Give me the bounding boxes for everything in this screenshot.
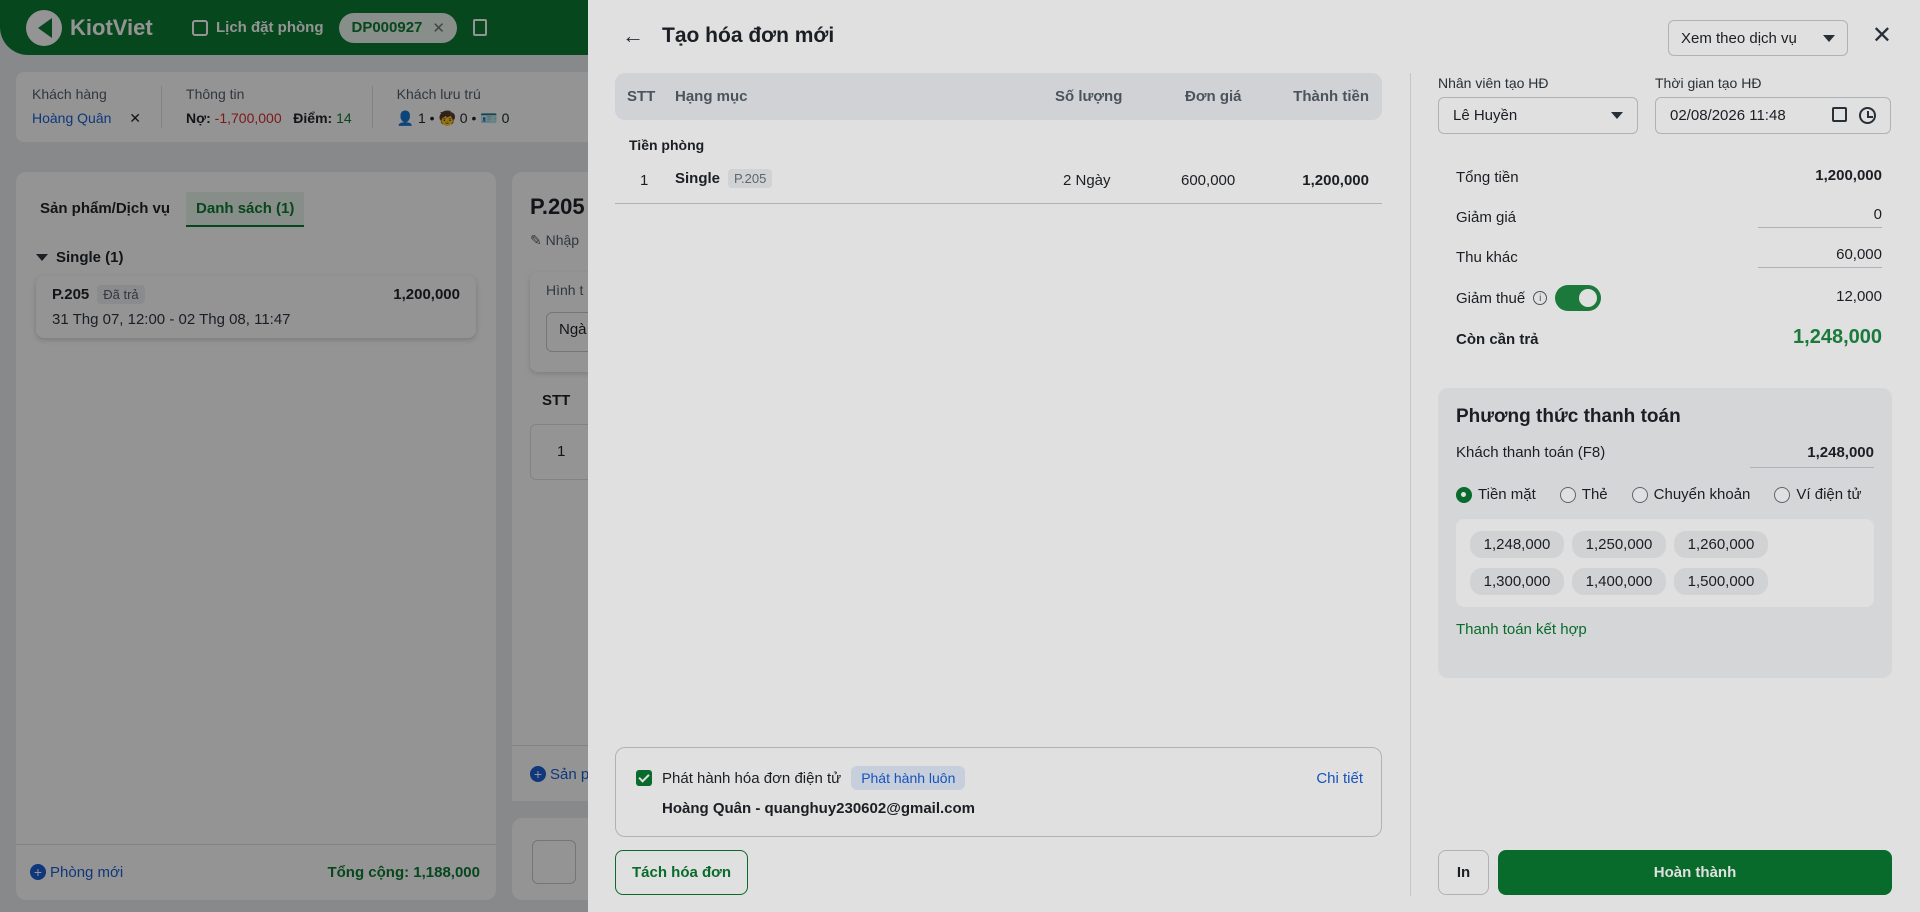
payment-methods-panel: Phương thức thanh toán Khách thanh toán … bbox=[1438, 388, 1892, 678]
row-price: 600,000 bbox=[1181, 172, 1236, 189]
einvoice-checkbox[interactable] bbox=[636, 770, 652, 786]
einvoice-box: Phát hành hóa đơn điện tử Phát hành luôn… bbox=[615, 747, 1382, 837]
staff-value: Lê Huyền bbox=[1453, 107, 1518, 124]
radio-icon bbox=[1559, 486, 1576, 503]
einvoice-row: Phát hành hóa đơn điện tử Phát hành luôn bbox=[636, 766, 1361, 790]
einvoice-customer: Hoàng Quân - quanghuy230602@gmail.com bbox=[662, 800, 976, 817]
summary-tax-label: Giảm thuế bbox=[1456, 289, 1526, 307]
summary-due-value: 1,248,000 bbox=[1793, 325, 1882, 348]
summary-tax-row: Giảm thuế i 12,000 bbox=[1440, 278, 1890, 318]
time-value: 02/08/2026 11:48 bbox=[1670, 107, 1786, 124]
summary-discount-label: Giảm giá bbox=[1456, 208, 1517, 226]
summary-other-row[interactable]: Thu khác 60,000 bbox=[1440, 237, 1890, 277]
info-icon[interactable]: i bbox=[1533, 291, 1548, 305]
table-row[interactable]: 1 Single P.205 2 Ngày 600,000 1,200,000 bbox=[615, 162, 1382, 204]
column-divider bbox=[1410, 73, 1411, 896]
summary-other-value[interactable]: 60,000 bbox=[1758, 246, 1882, 268]
summary-due-label: Còn cần trả bbox=[1456, 330, 1539, 348]
customer-pay-label: Khách thanh toán (F8) bbox=[1456, 444, 1606, 461]
radio-selected-icon bbox=[1456, 486, 1472, 503]
col-item: Hạng mục bbox=[675, 88, 748, 105]
modal-title: Tạo hóa đơn mới bbox=[662, 24, 835, 47]
row-item-name: Single bbox=[675, 170, 721, 187]
payment-title: Phương thức thanh toán bbox=[1456, 406, 1681, 427]
einvoice-label: Phát hành hóa đơn điện tử bbox=[662, 769, 842, 787]
summary-tax-group: Giảm thuế i bbox=[1456, 285, 1602, 311]
method-cash[interactable]: Tiền mặt bbox=[1456, 486, 1536, 503]
calendar-icon[interactable] bbox=[1832, 107, 1847, 122]
quick-amount-button[interactable]: 1,500,000 bbox=[1674, 568, 1768, 595]
method-card-label: Thẻ bbox=[1581, 486, 1608, 503]
summary-total-value: 1,200,000 bbox=[1815, 166, 1882, 184]
summary-total-row: Tổng tiền 1,200,000 bbox=[1440, 157, 1890, 197]
split-invoice-button[interactable]: Tách hóa đơn bbox=[615, 850, 748, 895]
method-transfer[interactable]: Chuyển khoản bbox=[1631, 486, 1751, 503]
quick-amount-button[interactable]: 1,300,000 bbox=[1470, 568, 1564, 595]
radio-icon bbox=[1774, 486, 1791, 503]
method-ewallet[interactable]: Ví điện tử bbox=[1774, 486, 1861, 503]
invoice-summary: Tổng tiền 1,200,000 Giảm giá 0 Thu khác … bbox=[1440, 145, 1890, 367]
summary-discount-value[interactable]: 0 bbox=[1758, 206, 1882, 228]
time-input[interactable]: 02/08/2026 11:48 bbox=[1655, 97, 1891, 134]
radio-icon bbox=[1631, 486, 1648, 503]
col-qty: Số lượng bbox=[1055, 88, 1123, 105]
summary-other-label: Thu khác bbox=[1456, 248, 1518, 266]
print-button[interactable]: In bbox=[1438, 850, 1489, 895]
customer-pay-row: Khách thanh toán (F8) 1,248,000 bbox=[1456, 444, 1874, 468]
row-total: 1,200,000 bbox=[1302, 172, 1369, 189]
col-stt: STT bbox=[627, 88, 656, 105]
method-card[interactable]: Thẻ bbox=[1559, 486, 1608, 503]
tax-toggle[interactable] bbox=[1555, 285, 1602, 311]
view-mode-value: Xem theo dịch vụ bbox=[1681, 29, 1797, 47]
quick-amount-button[interactable]: 1,400,000 bbox=[1572, 568, 1666, 595]
invoice-table-header: STT Hạng mục Số lượng Đơn giá Thành tiền bbox=[615, 73, 1382, 120]
create-invoice-modal: ← Tạo hóa đơn mới Xem theo dịch vụ ✕ STT… bbox=[588, 0, 1920, 912]
method-transfer-label: Chuyển khoản bbox=[1653, 486, 1751, 503]
method-cash-label: Tiền mặt bbox=[1478, 486, 1536, 503]
quick-amount-button[interactable]: 1,250,000 bbox=[1572, 531, 1666, 558]
row-stt: 1 bbox=[640, 172, 649, 189]
summary-total-label: Tổng tiền bbox=[1456, 168, 1519, 186]
summary-due-row: Còn cần trả 1,248,000 bbox=[1440, 319, 1890, 359]
quick-amount-button[interactable]: 1,260,000 bbox=[1674, 531, 1768, 558]
clock-icon[interactable] bbox=[1859, 107, 1876, 124]
quick-amount-button[interactable]: 1,248,000 bbox=[1470, 531, 1564, 558]
einvoice-issue-badge[interactable]: Phát hành luôn bbox=[851, 766, 966, 790]
payment-method-options: Tiền mặt Thẻ Chuyển khoản Ví điện tử bbox=[1456, 486, 1874, 503]
complete-button[interactable]: Hoàn thành bbox=[1498, 850, 1892, 895]
close-icon[interactable]: ✕ bbox=[1872, 22, 1892, 50]
back-arrow-icon[interactable]: ← bbox=[622, 23, 644, 49]
room-charge-section: Tiền phòng bbox=[629, 137, 705, 153]
row-room-tag: P.205 bbox=[728, 169, 773, 188]
summary-discount-row[interactable]: Giảm giá 0 bbox=[1440, 197, 1890, 237]
einvoice-detail-link[interactable]: Chi tiết bbox=[1316, 770, 1363, 787]
customer-pay-input[interactable]: 1,248,000 bbox=[1750, 444, 1874, 468]
chevron-down-icon bbox=[1823, 34, 1835, 42]
time-label: Thời gian tạo HĐ bbox=[1655, 75, 1762, 91]
time-icons bbox=[1832, 107, 1876, 124]
summary-tax-value: 12,000 bbox=[1836, 287, 1882, 305]
row-item: Single P.205 bbox=[675, 169, 773, 188]
method-ewallet-label: Ví điện tử bbox=[1796, 486, 1862, 503]
row-qty: 2 Ngày bbox=[1063, 172, 1111, 189]
col-total: Thành tiền bbox=[1293, 88, 1369, 105]
col-price: Đơn giá bbox=[1185, 88, 1242, 105]
chevron-down-icon bbox=[1611, 112, 1623, 119]
staff-label: Nhân viên tạo HĐ bbox=[1438, 75, 1549, 91]
staff-select[interactable]: Lê Huyền bbox=[1438, 97, 1638, 134]
quick-amounts: 1,248,000 1,250,000 1,260,000 1,300,000 … bbox=[1456, 519, 1874, 607]
combined-payment-link[interactable]: Thanh toán kết hợp bbox=[1456, 621, 1874, 638]
view-mode-select[interactable]: Xem theo dịch vụ bbox=[1668, 20, 1848, 56]
